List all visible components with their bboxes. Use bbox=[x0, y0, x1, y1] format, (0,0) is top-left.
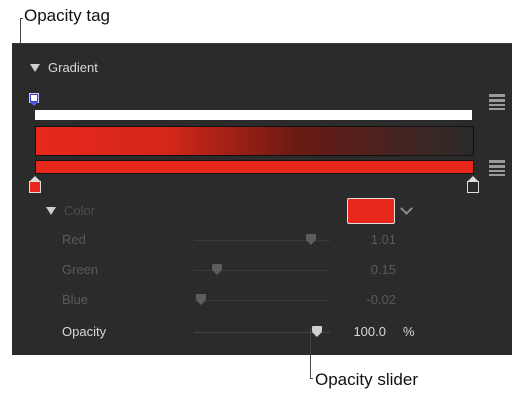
slider-label: Opacity bbox=[62, 324, 107, 339]
color-swatch[interactable] bbox=[347, 198, 395, 224]
slider-value[interactable]: 1.01 bbox=[371, 232, 396, 247]
inspector-panel: Gradient Color Red 1.01 Green 0.15 Blue bbox=[12, 43, 512, 355]
color-tag-icon[interactable] bbox=[467, 176, 479, 193]
slider-track[interactable] bbox=[194, 300, 330, 301]
slider-label: Blue bbox=[62, 292, 89, 307]
slider-thumb[interactable] bbox=[211, 264, 224, 276]
slider-value[interactable]: 100.0 bbox=[353, 324, 386, 339]
slider-label: Green bbox=[62, 262, 99, 277]
grip-icon[interactable] bbox=[489, 94, 505, 112]
slider-row-red: Red 1.01 bbox=[12, 226, 512, 256]
opacity-tag-icon[interactable] bbox=[29, 93, 39, 106]
opacity-tag-callout: Opacity tag bbox=[24, 6, 110, 25]
slider-unit: % bbox=[403, 324, 415, 339]
opacity-slider-callout: Opacity slider bbox=[315, 370, 418, 389]
color-strip[interactable] bbox=[35, 160, 474, 174]
opacity-strip[interactable] bbox=[35, 110, 472, 120]
grip-icon[interactable] bbox=[489, 160, 505, 178]
slider-value[interactable]: 0.15 bbox=[371, 262, 396, 277]
slider-row-green: Green 0.15 bbox=[12, 256, 512, 286]
color-section-header[interactable]: Color bbox=[46, 203, 95, 218]
disclosure-triangle-icon[interactable] bbox=[30, 63, 40, 72]
chevron-down-icon[interactable] bbox=[400, 202, 413, 215]
opacity-slider-leader bbox=[310, 328, 311, 378]
opacity-slider-leader-hook bbox=[310, 378, 313, 379]
gradient-section-header[interactable]: Gradient bbox=[30, 60, 98, 75]
color-section-title: Color bbox=[64, 203, 96, 218]
disclosure-triangle-icon[interactable] bbox=[46, 206, 56, 215]
opacity-tag-leader-hook bbox=[20, 18, 23, 19]
opacity-slider-thumb[interactable] bbox=[312, 326, 324, 338]
slider-label: Red bbox=[62, 232, 86, 247]
slider-row-opacity: Opacity 100.0 % bbox=[12, 318, 512, 348]
gradient-preview bbox=[35, 126, 474, 156]
slider-thumb[interactable] bbox=[306, 234, 318, 246]
color-tag-icon[interactable] bbox=[29, 176, 41, 193]
slider-thumb[interactable] bbox=[196, 294, 208, 306]
slider-row-blue: Blue -0.02 bbox=[12, 286, 512, 316]
gradient-section-title: Gradient bbox=[48, 60, 98, 75]
slider-value[interactable]: -0.02 bbox=[366, 292, 396, 307]
